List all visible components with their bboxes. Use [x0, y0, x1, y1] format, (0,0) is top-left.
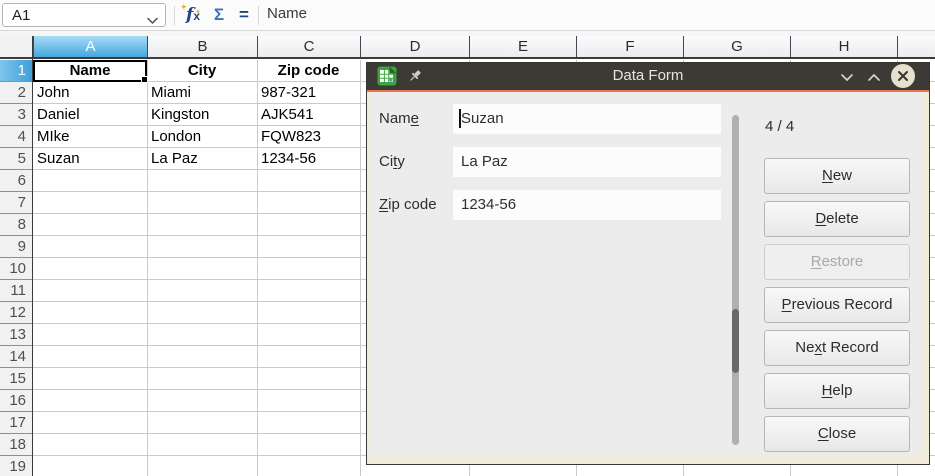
restore-button: Restore: [764, 244, 910, 280]
shade-chevron-down-icon[interactable]: [835, 65, 859, 89]
form-scrollbar-track[interactable]: [732, 115, 739, 445]
row-header-5[interactable]: 5: [0, 148, 32, 170]
column-header-partial[interactable]: [897, 36, 935, 58]
column-header-D[interactable]: D: [360, 36, 469, 58]
row-header-18[interactable]: 18: [0, 434, 32, 456]
next-record-button[interactable]: Next Record: [764, 330, 910, 366]
equals-icon[interactable]: =: [234, 2, 254, 28]
field-label-zip-code: Zip code: [379, 190, 451, 220]
data-form-dialog: Data Form NameSuzanCityLa PazZip code123…: [366, 62, 930, 465]
row-header-10[interactable]: 10: [0, 258, 32, 280]
text-caret: [459, 109, 461, 128]
select-all-corner[interactable]: [0, 36, 33, 58]
row-header-6[interactable]: 6: [0, 170, 32, 192]
row-header-13[interactable]: 13: [0, 324, 32, 346]
libreoffice-calc-window: A1 ✦ ✦ fx Σ = Name ABCDEFGH 123456789101…: [0, 0, 935, 476]
column-header-E[interactable]: E: [469, 36, 576, 58]
cell-C3[interactable]: AJK541: [257, 104, 360, 126]
field-label-city: City: [379, 147, 451, 177]
cell-selection-border: [33, 60, 147, 82]
column-header-B[interactable]: B: [147, 36, 257, 58]
row-header-19[interactable]: 19: [0, 456, 32, 476]
previous-record-button[interactable]: Previous Record: [764, 287, 910, 323]
cell-C1[interactable]: Zip code: [257, 60, 360, 82]
row-header-4[interactable]: 4: [0, 126, 32, 148]
cell-B4[interactable]: London: [147, 126, 257, 148]
row-header-7[interactable]: 7: [0, 192, 32, 214]
cell-C2[interactable]: 987-321: [257, 82, 360, 104]
row-header-11[interactable]: 11: [0, 280, 32, 302]
close-button[interactable]: Close: [764, 416, 910, 452]
formula-input-line[interactable]: Name: [267, 5, 307, 22]
row-header-9[interactable]: 9: [0, 236, 32, 258]
row-header-border: [32, 36, 33, 476]
delete-button[interactable]: Delete: [764, 201, 910, 237]
column-header-F[interactable]: F: [576, 36, 683, 58]
header-border: [0, 57, 935, 59]
column-header-C[interactable]: C: [257, 36, 360, 58]
row-header-12[interactable]: 12: [0, 302, 32, 324]
row-header-1[interactable]: 1: [0, 60, 32, 82]
dialog-content: NameSuzanCityLa PazZip code1234-56 4 / 4…: [369, 92, 921, 456]
field-input-zip-code[interactable]: 1234-56: [453, 190, 721, 220]
record-counter: 4 / 4: [765, 118, 794, 135]
row-header-2[interactable]: 2: [0, 82, 32, 104]
formula-bar: A1 ✦ ✦ fx Σ = Name: [0, 0, 935, 31]
grid-line: [360, 60, 361, 476]
cell-C4[interactable]: FQW823: [257, 126, 360, 148]
cell-B2[interactable]: Miami: [147, 82, 257, 104]
dialog-titlebar[interactable]: Data Form: [367, 63, 929, 90]
cell-A4[interactable]: MIke: [33, 126, 147, 148]
field-input-city[interactable]: La Paz: [453, 147, 721, 177]
cell-A3[interactable]: Daniel: [33, 104, 147, 126]
close-icon[interactable]: [891, 64, 915, 88]
column-header-H[interactable]: H: [790, 36, 897, 58]
field-input-name[interactable]: Suzan: [453, 104, 721, 134]
shade-chevron-up-icon[interactable]: [862, 65, 886, 89]
separator: [258, 6, 259, 25]
row-header-16[interactable]: 16: [0, 390, 32, 412]
fill-handle[interactable]: [141, 76, 148, 83]
cell-B1[interactable]: City: [147, 60, 257, 82]
cell-B5[interactable]: La Paz: [147, 148, 257, 170]
chevron-down-icon[interactable]: [147, 12, 158, 30]
form-scrollbar-thumb[interactable]: [732, 309, 739, 373]
field-label-name: Name: [379, 104, 451, 134]
sum-icon[interactable]: Σ: [208, 2, 230, 28]
function-wizard-icon[interactable]: ✦ ✦ fx: [180, 2, 206, 28]
name-box[interactable]: A1: [2, 3, 166, 27]
row-header-15[interactable]: 15: [0, 368, 32, 390]
cell-C5[interactable]: 1234-56: [257, 148, 360, 170]
row-header-17[interactable]: 17: [0, 412, 32, 434]
cell-A5[interactable]: Suzan: [33, 148, 147, 170]
column-header-A[interactable]: A: [33, 36, 147, 58]
help-button[interactable]: Help: [764, 373, 910, 409]
row-header-3[interactable]: 3: [0, 104, 32, 126]
cell-B3[interactable]: Kingston: [147, 104, 257, 126]
new-button[interactable]: New: [764, 158, 910, 194]
separator: [174, 6, 175, 25]
row-header-8[interactable]: 8: [0, 214, 32, 236]
cell-reference: A1: [12, 6, 30, 26]
cell-A2[interactable]: John: [33, 82, 147, 104]
row-header-14[interactable]: 14: [0, 346, 32, 368]
column-header-G[interactable]: G: [683, 36, 790, 58]
